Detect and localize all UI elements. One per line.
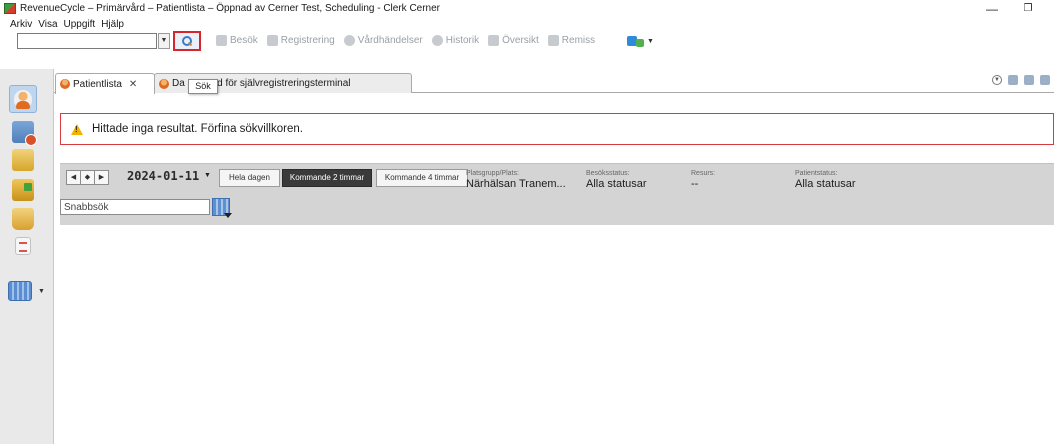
search-button[interactable] [173, 31, 201, 51]
tab-label: Da [172, 78, 185, 89]
sidebar-item-notes[interactable] [15, 237, 31, 255]
range-next-4-hours-button[interactable]: Kommande 4 timmar [376, 169, 468, 187]
left-sidebar: ▼ [0, 69, 54, 444]
maximize-button[interactable]: ❐ [1016, 0, 1040, 18]
today-button[interactable]: ◆ [80, 170, 95, 185]
sidebar-item-transfer[interactable] [12, 179, 34, 201]
quick-search-options-button[interactable] [212, 198, 232, 218]
title-bar: RevenueCycle – Primärvård – Patientlista… [0, 0, 1054, 18]
date-navigation: ◀ ◆ ▶ [66, 170, 109, 185]
referral-button[interactable]: Remiss [547, 35, 596, 46]
next-day-button[interactable]: ▶ [94, 170, 109, 185]
location-filter[interactable]: Platsgrupp/Plats: Närhälsan Tranem... [466, 169, 566, 191]
sidebar-item-organization[interactable] [8, 281, 32, 301]
resource-filter[interactable]: Resurs: -- [691, 169, 715, 191]
tab-label: Patientlista [73, 78, 122, 90]
patient-icon [60, 79, 70, 89]
care-events-label: Vårdhändelser [357, 35, 423, 46]
more-actions-dropdown[interactable]: ▼ [627, 35, 654, 47]
no-results-alert: Hittade inga resultat. Förfina sökvillko… [60, 113, 1054, 145]
warning-icon [71, 123, 83, 135]
location-filter-label: Platsgrupp/Plats: [466, 170, 519, 177]
resource-filter-value: -- [691, 178, 699, 190]
range-whole-day-button[interactable]: Hela dagen [219, 169, 280, 187]
alert-message: Hittade inga resultat. Förfina sökvillko… [92, 123, 303, 135]
registration-label: Registrering [280, 35, 335, 46]
chevron-down-icon[interactable]: ▼ [38, 288, 45, 295]
patient-icon [14, 90, 32, 109]
visit-label: Besök [230, 35, 258, 46]
selected-date[interactable]: 2024-01-11 [127, 169, 199, 183]
overview-label: Översikt [502, 35, 539, 46]
toolbar-actions: Besök Registrering Vårdhändelser Histori… [216, 35, 595, 46]
history-button[interactable]: Historik [431, 35, 480, 46]
previous-day-button[interactable]: ◀ [66, 170, 81, 185]
overview-button[interactable]: Översikt [488, 35, 539, 46]
menu-bar: Arkiv Visa Uppgift Hjälp [0, 18, 124, 32]
search-history-dropdown[interactable]: ▼ [158, 33, 170, 49]
chevron-down-icon: ▼ [647, 37, 654, 45]
menu-visa[interactable]: Visa [38, 18, 57, 32]
visit-status-filter-label: Besöksstatus: [586, 170, 630, 177]
patient-list-content [55, 226, 1054, 444]
visit-button[interactable]: Besök [216, 35, 258, 46]
tab-label-rest: rd för självregistreringsterminal [213, 78, 351, 89]
resource-filter-label: Resurs: [691, 170, 716, 177]
tab-strip-tools: ▼ [992, 75, 1050, 85]
menu-uppgift[interactable]: Uppgift [64, 18, 96, 32]
magnifier-icon [182, 36, 192, 46]
switch-secondary-icon [636, 39, 644, 47]
range-next-2-hours-button[interactable]: Kommande 2 timmar [282, 169, 372, 187]
patient-status-filter-label: Patientstatus: [795, 170, 838, 177]
sidebar-item-messages[interactable] [12, 208, 34, 230]
history-icon [431, 35, 443, 46]
filter-icon[interactable] [1008, 75, 1018, 85]
care-events-icon [343, 35, 355, 46]
settings-icon[interactable] [1040, 75, 1050, 85]
chevron-down-icon[interactable]: ▼ [204, 172, 211, 179]
location-filter-value: Närhälsan Tranem... [466, 178, 566, 190]
schedule-filter-panel: ◀ ◆ ▶ 2024-01-11 ▼ Hela dagen Kommande 2… [60, 163, 1054, 225]
print-icon[interactable] [1024, 75, 1034, 85]
sidebar-item-schedule[interactable] [12, 121, 37, 146]
toolbar: ▼ Besök Registrering Vårdhändelser Histo… [0, 31, 1054, 53]
window-title: RevenueCycle – Primärvård – Patientlista… [20, 3, 441, 14]
referral-icon [547, 35, 559, 46]
patient-status-filter[interactable]: Patientstatus: Alla statusar [795, 169, 856, 191]
visit-icon [216, 35, 227, 46]
patient-search-input[interactable] [17, 33, 157, 49]
history-label: Historik [445, 35, 480, 46]
menu-hjalp[interactable]: Hjälp [101, 18, 124, 32]
chevron-down-circle-icon[interactable]: ▼ [992, 75, 1002, 85]
referral-label: Remiss [561, 35, 596, 46]
visit-status-filter-value: Alla statusar [586, 178, 647, 190]
registration-button[interactable]: Registrering [266, 35, 335, 46]
visit-status-filter[interactable]: Besöksstatus: Alla statusar [586, 169, 647, 191]
sidebar-item-documents[interactable] [12, 149, 34, 171]
minimize-button[interactable]: — [980, 0, 1004, 18]
overview-icon [488, 35, 500, 46]
app-logo-icon [4, 3, 16, 14]
tab-patient-list[interactable]: Patientlista ✕ [55, 73, 155, 94]
patient-status-filter-value: Alla statusar [795, 178, 856, 190]
sidebar-item-patient-list[interactable] [9, 85, 37, 113]
care-events-button[interactable]: Vårdhändelser [343, 35, 423, 46]
patient-icon [159, 78, 169, 89]
quick-search-input[interactable] [60, 199, 210, 215]
close-icon[interactable]: ✕ [129, 79, 137, 90]
menu-arkiv[interactable]: Arkiv [10, 18, 32, 32]
search-tooltip: Sök [188, 79, 218, 94]
registration-icon [266, 35, 278, 46]
